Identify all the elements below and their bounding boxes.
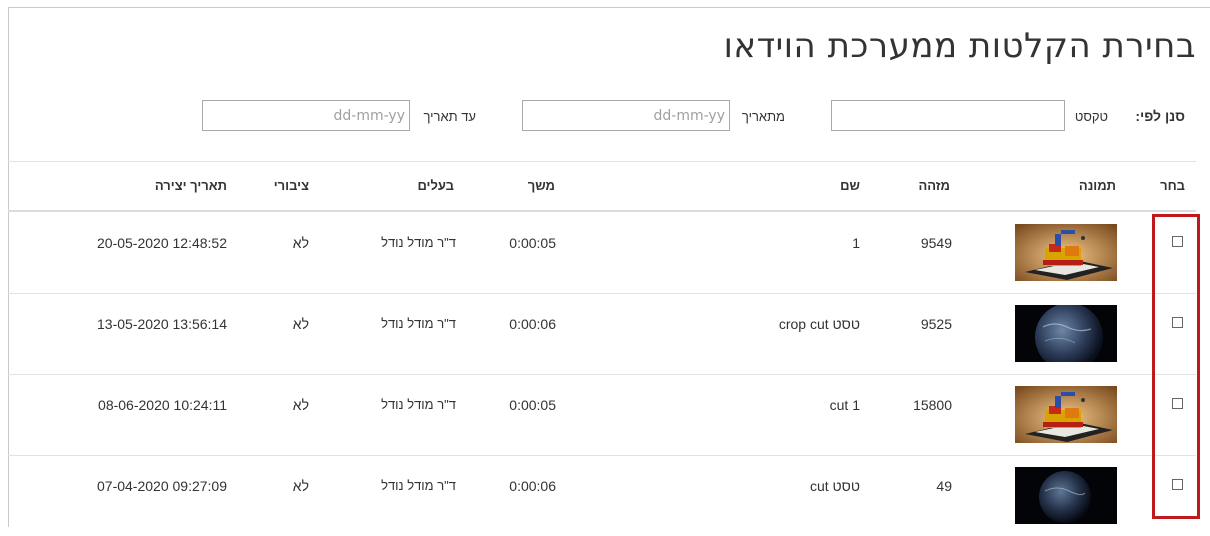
- row-created: 13-05-2020 13:56:14: [97, 316, 227, 332]
- header-name: שם: [840, 178, 860, 193]
- row-public: לא: [292, 235, 309, 251]
- to-date-label: עד תאריך: [423, 109, 476, 124]
- table-row: 9525 טסט crop cut 0:00:06 ד"ר מודל נודל …: [0, 293, 1210, 374]
- row-name: טסט cut: [809, 478, 860, 494]
- robot-thumbnail: [1015, 386, 1117, 443]
- row-name: טסט crop cut: [778, 316, 860, 332]
- table-row: 49 טסט cut 0:00:06 ד"ר מודל נודל לא 07-0…: [0, 455, 1210, 536]
- row-duration: 0:00:06: [509, 316, 556, 332]
- row-owner: ד"ר מודל נודל: [381, 397, 456, 412]
- table-row: 15800 cut 1 0:00:05 ד"ר מודל נודל לא 08-…: [0, 374, 1210, 455]
- table-row: 9549 1 0:00:05 ד"ר מודל נודל לא 20-05-20…: [0, 212, 1210, 293]
- header-owner: בעלים: [417, 178, 454, 193]
- from-date-input[interactable]: [522, 100, 730, 131]
- row-created: 20-05-2020 12:48:52: [97, 235, 227, 251]
- row-public: לא: [292, 316, 309, 332]
- row-owner: ד"ר מודל נודל: [381, 235, 456, 250]
- row-id: 49: [936, 478, 952, 494]
- filter-bar: סנן לפי: טקסט מתאריך עד תאריך: [0, 100, 1210, 132]
- row-name: 1: [852, 235, 860, 251]
- header-duration: משך: [527, 178, 555, 193]
- row-owner: ד"ר מודל נודל: [381, 316, 456, 331]
- header-public: ציבורי: [273, 178, 309, 193]
- row-duration: 0:00:05: [509, 235, 556, 251]
- earth-thumbnail: [1015, 467, 1117, 524]
- header-id: מזהה: [918, 178, 951, 193]
- filter-by-label: סנן לפי:: [1135, 108, 1185, 124]
- text-filter-input[interactable]: [831, 100, 1065, 131]
- row-public: לא: [292, 397, 309, 413]
- filter-divider: [8, 161, 1196, 162]
- row-select-checkbox[interactable]: [1172, 236, 1183, 247]
- row-duration: 0:00:05: [509, 397, 556, 413]
- row-select-checkbox[interactable]: [1172, 479, 1183, 490]
- to-date-input[interactable]: [202, 100, 410, 131]
- header-select: בחר: [1160, 178, 1185, 193]
- row-id: 9549: [920, 235, 952, 251]
- row-name: cut 1: [829, 397, 860, 413]
- header-created: תאריך יצירה: [154, 178, 227, 193]
- text-filter-label: טקסט: [1074, 109, 1108, 124]
- row-duration: 0:00:06: [509, 478, 556, 494]
- row-id: 9525: [920, 316, 952, 332]
- page-title: בחירת הקלטות ממערכת הוידאו: [723, 26, 1196, 66]
- header-image: תמונה: [1078, 178, 1116, 193]
- row-owner: ד"ר מודל נודל: [381, 478, 456, 493]
- from-date-label: מתאריך: [741, 109, 785, 124]
- row-public: לא: [292, 478, 309, 494]
- row-select-checkbox[interactable]: [1172, 398, 1183, 409]
- row-id: 15800: [913, 397, 952, 413]
- earth-thumbnail: [1015, 305, 1117, 362]
- robot-thumbnail: [1015, 224, 1117, 281]
- row-created: 08-06-2020 10:24:11: [98, 397, 227, 413]
- row-select-checkbox[interactable]: [1172, 317, 1183, 328]
- row-created: 07-04-2020 09:27:09: [97, 478, 227, 494]
